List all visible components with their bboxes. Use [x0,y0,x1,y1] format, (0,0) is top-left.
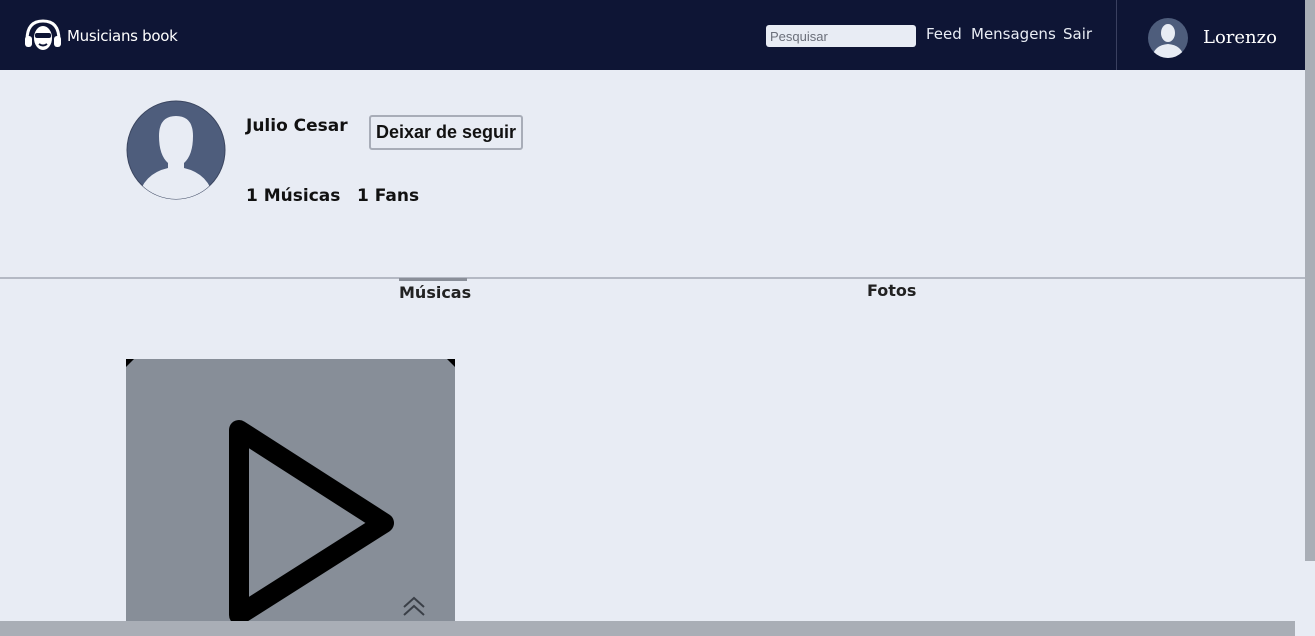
brand-logo[interactable]: Musicians book [24,18,178,54]
double-chevron-up-icon[interactable] [401,595,427,617]
songs-count: 1 Músicas [246,186,341,206]
section-divider [0,277,1305,279]
nav-logout-link[interactable]: Sair [1063,25,1092,43]
music-card[interactable] [126,359,455,621]
fans-count: 1 Fans [357,186,420,206]
horizontal-scrollbar[interactable] [0,621,1295,636]
tab-photos[interactable]: Fotos [867,281,916,300]
nav-feed-link[interactable]: Feed [926,25,962,43]
headphones-face-logo-icon [25,19,61,50]
unfollow-button[interactable]: Deixar de seguir [369,115,523,150]
card-corner-left [126,359,134,367]
scrollbar-corner [1295,621,1315,636]
search-input[interactable] [766,25,916,47]
play-icon[interactable] [224,415,399,621]
profile-avatar-icon [126,100,226,200]
navbar-divider [1116,0,1117,70]
tab-music[interactable]: Músicas [399,283,471,302]
user-avatar-icon[interactable] [1148,18,1188,58]
card-corner-right [447,359,455,367]
app-name: Musicians book [67,27,178,45]
profile-name: Julio Cesar [246,116,348,136]
nav-messages-link[interactable]: Mensagens [971,25,1056,43]
current-user-name[interactable]: Lorenzo [1203,27,1277,48]
active-tab-indicator [399,278,467,281]
top-navbar: Musicians book Feed Mensagens Sair Loren… [0,0,1305,70]
vertical-scrollbar-thumb[interactable] [1305,0,1315,561]
